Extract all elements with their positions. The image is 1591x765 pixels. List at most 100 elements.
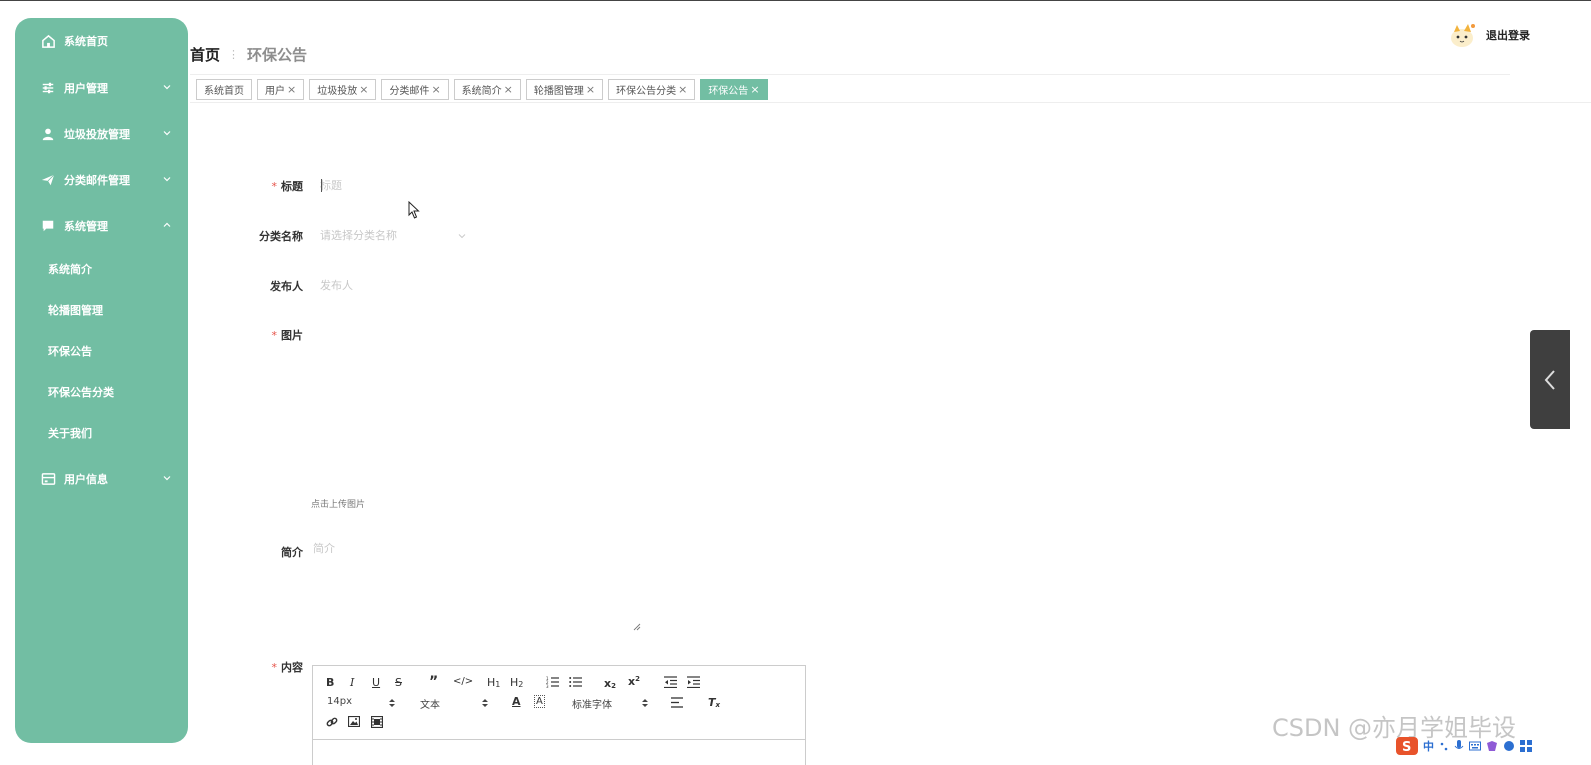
sidebar-item-user-management[interactable]: 用户管理 bbox=[15, 68, 188, 108]
image-upload-area[interactable] bbox=[311, 322, 481, 492]
paper-plane-icon bbox=[40, 172, 56, 188]
blockquote-icon[interactable]: ” bbox=[429, 674, 438, 690]
tabs-divider bbox=[190, 102, 1591, 103]
underline-icon[interactable]: U bbox=[372, 676, 380, 689]
breadcrumb: 首页 ⋮ 环保公告 bbox=[190, 44, 307, 65]
bullet-list-icon[interactable] bbox=[569, 676, 582, 688]
header-2-icon[interactable]: H2 bbox=[510, 676, 523, 689]
tab-label: 用户 bbox=[265, 86, 285, 97]
tab-carousel[interactable]: 轮播图管理 × bbox=[525, 79, 604, 100]
close-icon[interactable]: × bbox=[287, 83, 296, 96]
category-label: 分类名称 bbox=[259, 230, 303, 243]
tab-bar: 系统首页 用户 × 垃圾投放 × 分类邮件 × 系统简介 × 轮播图管理 × 环保公告分类… bbox=[196, 79, 768, 100]
sidebar-subitem-label: 环保公告分类 bbox=[48, 386, 114, 399]
font-color-icon[interactable]: A bbox=[512, 695, 521, 708]
bold-icon[interactable]: B bbox=[326, 676, 334, 689]
tab-user[interactable]: 用户 × bbox=[257, 79, 305, 100]
assistant-icon[interactable] bbox=[1503, 740, 1515, 752]
punctuation-icon[interactable] bbox=[1439, 740, 1449, 752]
header-select-value: 文本 bbox=[420, 700, 440, 711]
close-icon[interactable]: × bbox=[504, 83, 513, 96]
image-icon[interactable] bbox=[348, 716, 360, 727]
font-size-select[interactable]: 14px bbox=[327, 696, 397, 707]
toolbox-icon[interactable] bbox=[1520, 740, 1532, 752]
italic-icon[interactable]: I bbox=[350, 676, 354, 689]
editor-content-area[interactable] bbox=[313, 740, 805, 765]
publisher-input[interactable] bbox=[320, 275, 620, 295]
sidebar-item-user-info[interactable]: 用户信息 bbox=[15, 459, 188, 499]
text-caret bbox=[321, 179, 322, 192]
breadcrumb-home[interactable]: 首页 bbox=[190, 44, 220, 65]
user-icon bbox=[40, 126, 56, 142]
header-select[interactable]: 文本 bbox=[420, 696, 490, 711]
keyboard-icon[interactable] bbox=[1469, 740, 1481, 752]
close-icon[interactable]: × bbox=[359, 83, 368, 96]
outdent-icon[interactable] bbox=[664, 676, 677, 688]
sidebar-subitem-announcements[interactable]: 环保公告 bbox=[15, 335, 188, 367]
sidebar-item-label: 系统管理 bbox=[64, 220, 108, 233]
label-text: 图片 bbox=[281, 329, 303, 342]
tab-garbage[interactable]: 垃圾投放 × bbox=[309, 79, 377, 100]
ime-mode[interactable]: 中 bbox=[1423, 738, 1434, 754]
ordered-list-icon[interactable]: 123 bbox=[546, 676, 559, 688]
sidebar-item-mail-management[interactable]: 分类邮件管理 bbox=[15, 160, 188, 200]
sidebar-item-garbage-management[interactable]: 垃圾投放管理 bbox=[15, 114, 188, 154]
header-divider bbox=[190, 74, 1510, 75]
close-icon[interactable]: × bbox=[586, 83, 595, 96]
close-icon[interactable]: × bbox=[750, 83, 759, 96]
tab-system-intro[interactable]: 系统简介 × bbox=[453, 79, 521, 100]
svg-text:S: S bbox=[1402, 740, 1411, 755]
video-icon[interactable] bbox=[371, 716, 383, 728]
resize-grip-icon[interactable] bbox=[632, 622, 641, 631]
skin-icon[interactable] bbox=[1486, 740, 1498, 752]
chevron-down-icon bbox=[163, 131, 171, 136]
subscript-icon[interactable]: x2 bbox=[604, 676, 616, 691]
close-icon[interactable]: × bbox=[678, 83, 687, 96]
sidebar-item-label: 分类邮件管理 bbox=[64, 174, 130, 187]
chevron-up-icon bbox=[163, 222, 171, 227]
tab-label: 轮播图管理 bbox=[533, 86, 584, 97]
chevron-down-icon[interactable] bbox=[457, 231, 467, 241]
collapse-handle[interactable] bbox=[1530, 330, 1570, 429]
updown-icon bbox=[389, 699, 395, 707]
tab-label: 系统首页 bbox=[204, 86, 244, 97]
title-input[interactable] bbox=[320, 175, 620, 195]
background-color-icon[interactable]: A bbox=[534, 695, 545, 708]
strike-icon[interactable]: S bbox=[395, 676, 402, 689]
close-icon[interactable]: × bbox=[431, 83, 440, 96]
sidebar-item-system-management[interactable]: 系统管理 bbox=[15, 206, 188, 246]
tab-announcement[interactable]: 环保公告 × bbox=[700, 79, 768, 100]
avatar[interactable] bbox=[1446, 20, 1478, 50]
tab-announcement-category[interactable]: 环保公告分类 × bbox=[608, 79, 696, 100]
chevron-down-icon bbox=[163, 177, 171, 182]
label-text: 标题 bbox=[281, 180, 303, 193]
superscript-icon[interactable]: x2 bbox=[628, 675, 640, 688]
clear-format-icon[interactable]: Tx bbox=[708, 695, 720, 710]
chat-icon bbox=[40, 218, 56, 234]
indent-icon[interactable] bbox=[687, 676, 700, 688]
sidebar-item-home[interactable]: 系统首页 bbox=[15, 21, 188, 61]
align-icon[interactable] bbox=[671, 697, 683, 708]
tab-mail[interactable]: 分类邮件 × bbox=[381, 79, 449, 100]
required-mark: * bbox=[271, 180, 278, 193]
title-label: * 标题 bbox=[203, 178, 304, 194]
microphone-icon[interactable] bbox=[1454, 739, 1464, 753]
code-block-icon[interactable]: </> bbox=[453, 676, 473, 687]
sidebar-subitem-about[interactable]: 关于我们 bbox=[15, 417, 188, 449]
link-icon[interactable] bbox=[326, 716, 338, 728]
intro-textarea[interactable] bbox=[313, 540, 641, 632]
category-select[interactable] bbox=[320, 225, 450, 245]
sidebar-subitem-label: 环保公告 bbox=[48, 345, 92, 358]
header-1-icon[interactable]: H1 bbox=[487, 676, 500, 689]
sidebar-subitem-system-intro[interactable]: 系统简介 bbox=[15, 253, 188, 285]
upload-hint[interactable]: 点击上传图片 bbox=[311, 497, 365, 510]
tab-label: 环保公告分类 bbox=[616, 86, 677, 97]
tab-home[interactable]: 系统首页 bbox=[196, 79, 252, 100]
card-icon bbox=[40, 471, 56, 487]
logout-button[interactable]: 退出登录 bbox=[1486, 27, 1530, 43]
sidebar-subitem-announcement-categories[interactable]: 环保公告分类 bbox=[15, 376, 188, 408]
font-family-select[interactable]: 标准字体 bbox=[572, 696, 652, 711]
sidebar-subitem-label: 关于我们 bbox=[48, 427, 92, 440]
sidebar-subitem-carousel[interactable]: 轮播图管理 bbox=[15, 294, 188, 326]
sogou-ime-icon[interactable]: S bbox=[1396, 737, 1418, 755]
